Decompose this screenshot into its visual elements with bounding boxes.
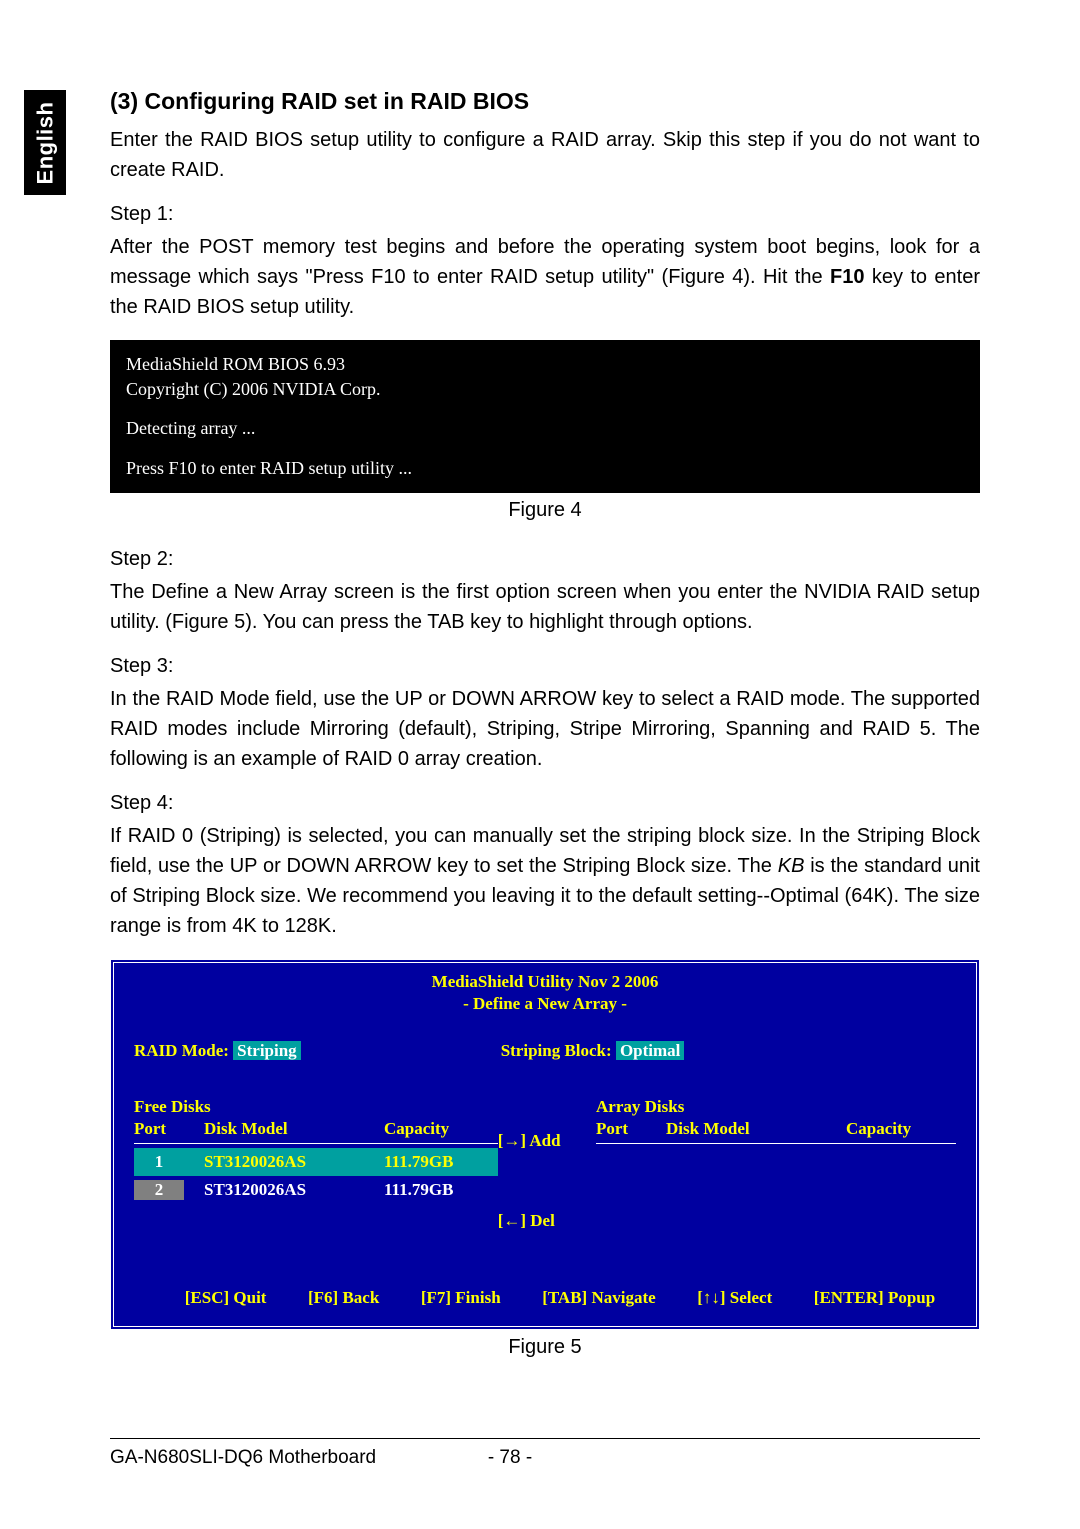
intro-paragraph: Enter the RAID BIOS setup utility to con…: [110, 125, 980, 185]
step2-label: Step 2:: [110, 548, 980, 571]
action-add[interactable]: [→] Add: [498, 1131, 596, 1151]
disk-capacity: 111.79GB: [384, 1152, 494, 1172]
footer-finish[interactable]: [F7] Finish: [421, 1288, 501, 1308]
col-capacity-header: Capacity: [384, 1119, 494, 1139]
step4-label: Step 4:: [110, 792, 980, 815]
footer-quit[interactable]: [ESC] Quit: [185, 1288, 267, 1308]
footer-back[interactable]: [F6] Back: [308, 1288, 379, 1308]
array-disks-title: Array Disks: [596, 1097, 956, 1117]
col-model-header: Disk Model: [666, 1119, 846, 1139]
bios-utility-window: MediaShield Utility Nov 2 2006 - Define …: [110, 959, 980, 1330]
action-del[interactable]: [←] Del: [498, 1211, 596, 1231]
col-model-header: Disk Model: [204, 1119, 384, 1139]
disk-model: ST3120026AS: [204, 1152, 384, 1172]
footer-product: GA-N680SLI-DQ6 Motherboard: [110, 1447, 470, 1469]
figure4-line3: Detecting array ...: [126, 416, 964, 441]
free-disks-column: Free Disks Port Disk Model Capacity 1 ST…: [134, 1097, 498, 1258]
disk-port: 2: [134, 1180, 184, 1200]
disk-port: 1: [134, 1152, 184, 1172]
raid-mode-setting: RAID Mode: Striping: [134, 1041, 301, 1061]
bios-settings-row: RAID Mode: Striping Striping Block: Opti…: [114, 1021, 976, 1067]
step4-paragraph: If RAID 0 (Striping) is selected, you ca…: [110, 821, 980, 941]
raid-mode-value[interactable]: Striping: [233, 1041, 301, 1060]
step3-label: Step 3:: [110, 655, 980, 678]
step1-paragraph: After the POST memory test begins and be…: [110, 232, 980, 322]
free-disks-headers: Port Disk Model Capacity: [134, 1119, 498, 1144]
col-capacity-header: Capacity: [846, 1119, 956, 1139]
col-port-header: Port: [596, 1119, 666, 1139]
bios-mid-column: [→] Add [←] Del: [498, 1097, 596, 1258]
footer-page-number: - 78 -: [470, 1447, 550, 1469]
array-disks-headers: Port Disk Model Capacity: [596, 1119, 956, 1144]
figure4-blank2: [126, 442, 964, 456]
footer-select[interactable]: [↑↓] Select: [697, 1288, 772, 1308]
footer-navigate[interactable]: [TAB] Navigate: [542, 1288, 655, 1308]
striping-block-setting: Striping Block: Optimal: [501, 1041, 685, 1061]
free-disks-title: Free Disks: [134, 1097, 498, 1117]
figure4-line4: Press F10 to enter RAID setup utility ..…: [126, 456, 964, 481]
content-area: (3) Configuring RAID set in RAID BIOS En…: [110, 88, 980, 1359]
bios-mid-actions: [→] Add [←] Del: [498, 1131, 596, 1231]
striping-block-value[interactable]: Optimal: [616, 1041, 684, 1060]
figure4-blank1: [126, 402, 964, 416]
language-tab: English: [24, 90, 66, 195]
figure4-caption: Figure 4: [110, 499, 980, 522]
disk-capacity: 111.79GB: [384, 1180, 494, 1200]
step3-paragraph: In the RAID Mode field, use the UP or DO…: [110, 684, 980, 774]
array-disks-column: Array Disks Port Disk Model Capacity: [596, 1097, 956, 1258]
array-disks-table: [596, 1148, 956, 1258]
striping-block-label: Striping Block:: [501, 1041, 612, 1060]
bios-title-line1: MediaShield Utility Nov 2 2006: [114, 971, 976, 993]
page-footer: GA-N680SLI-DQ6 Motherboard - 78 -: [110, 1438, 980, 1469]
figure4-console: MediaShield ROM BIOS 6.93 Copyright (C) …: [110, 340, 980, 493]
document-page: English (3) Configuring RAID set in RAID…: [0, 0, 1080, 1529]
figure4-line1: MediaShield ROM BIOS 6.93: [126, 352, 964, 377]
section-heading: (3) Configuring RAID set in RAID BIOS: [110, 88, 980, 115]
figure5-caption: Figure 5: [110, 1336, 980, 1359]
step4-kb-italic: KB: [778, 855, 805, 877]
footer-popup[interactable]: [ENTER] Popup: [814, 1288, 935, 1308]
language-label: English: [32, 101, 58, 184]
bios-header: MediaShield Utility Nov 2 2006 - Define …: [114, 963, 976, 1021]
disk-row[interactable]: 1 ST3120026AS 111.79GB: [134, 1148, 498, 1176]
col-port-header: Port: [134, 1119, 204, 1139]
disk-row[interactable]: 2 ST3120026AS 111.79GB: [134, 1176, 498, 1204]
raid-mode-label: RAID Mode:: [134, 1041, 229, 1060]
figure4-line2: Copyright (C) 2006 NVIDIA Corp.: [126, 377, 964, 402]
disk-model: ST3120026AS: [204, 1180, 384, 1200]
step1-f10-key: F10: [830, 266, 864, 288]
bios-title-line2: - Define a New Array -: [114, 993, 976, 1015]
free-disks-table: 1 ST3120026AS 111.79GB 2 ST3120026AS 111…: [134, 1148, 498, 1258]
bios-columns: Free Disks Port Disk Model Capacity 1 ST…: [114, 1067, 976, 1262]
step1-label: Step 1:: [110, 203, 980, 226]
step2-paragraph: The Define a New Array screen is the fir…: [110, 577, 980, 637]
bios-footer: [ESC] Quit [F6] Back [F7] Finish [TAB] N…: [114, 1262, 976, 1316]
